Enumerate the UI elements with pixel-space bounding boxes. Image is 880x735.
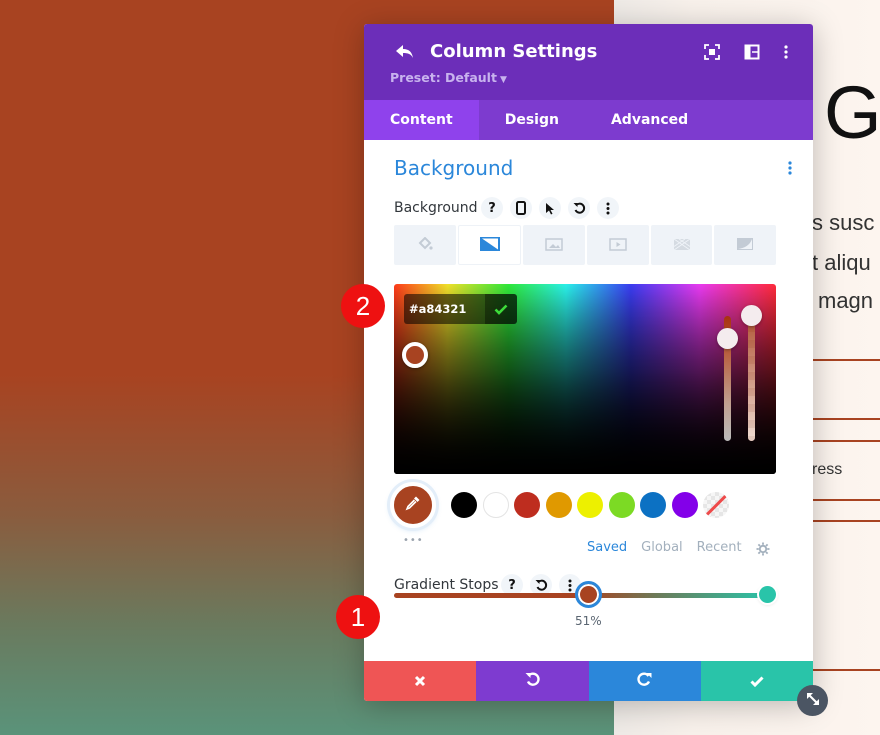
gear-icon[interactable] <box>756 541 770 556</box>
hue-slider-knob[interactable] <box>717 328 738 349</box>
modal-body: Background Background ? #a84321 ••• Save… <box>364 140 813 661</box>
pattern-icon <box>673 236 691 255</box>
redo-button[interactable] <box>588 661 701 701</box>
palette-tab-global[interactable]: Global <box>641 540 682 555</box>
swatch-orange[interactable] <box>545 492 572 518</box>
bg-tab-image[interactable] <box>523 225 586 265</box>
more-options-icon[interactable] <box>778 44 794 60</box>
swatch-black[interactable] <box>451 492 477 518</box>
color-picker-handle[interactable] <box>402 342 428 368</box>
more-icon[interactable] <box>597 197 619 219</box>
color-picker-saturation-area[interactable]: #a84321 <box>394 284 776 474</box>
page-divider <box>812 359 880 361</box>
page-text-line: magn <box>818 288 874 313</box>
annotation-badge-2: 2 <box>341 284 385 328</box>
gradient-icon <box>479 236 500 255</box>
close-icon <box>414 672 426 691</box>
page-heading-fragment: G <box>824 71 880 154</box>
section-title[interactable]: Background <box>394 156 513 180</box>
bg-tab-pattern[interactable] <box>650 225 713 265</box>
annotation-badge-1: 1 <box>336 595 380 639</box>
resize-handle[interactable] <box>797 685 828 716</box>
mask-icon <box>736 236 754 255</box>
page-divider <box>812 499 880 501</box>
swatch-blue[interactable] <box>640 492 666 518</box>
bg-tab-color[interactable] <box>394 225 456 265</box>
undo-icon <box>525 672 540 691</box>
help-icon[interactable]: ? <box>481 197 503 219</box>
swatch-purple[interactable] <box>671 492 698 518</box>
page-small-text: ress <box>812 461 843 478</box>
page-divider <box>812 669 880 671</box>
swatch-white[interactable] <box>482 492 509 518</box>
gradient-stop-1[interactable] <box>575 581 602 608</box>
swatch-transparent[interactable] <box>703 492 729 518</box>
palette-tabs: Saved Global Recent <box>587 540 742 555</box>
hex-input[interactable]: #a84321 <box>404 294 517 324</box>
swatch-red[interactable] <box>514 492 540 518</box>
page-text-line: t aliqu <box>812 250 871 275</box>
focus-mode-icon[interactable] <box>704 44 720 60</box>
eyedropper-icon <box>405 495 421 515</box>
hex-value[interactable]: #a84321 <box>404 294 485 324</box>
preset-label: Preset: Default <box>390 70 497 85</box>
check-icon <box>750 672 764 691</box>
opacity-slider[interactable] <box>748 308 755 441</box>
preset-dropdown[interactable]: Preset: Default ▼ <box>390 70 507 85</box>
swatch-green[interactable] <box>608 492 635 518</box>
reset-icon[interactable] <box>568 197 590 219</box>
resize-arrows-icon <box>805 691 821 711</box>
gradient-stop-2[interactable] <box>759 586 776 603</box>
current-color-eyedropper[interactable] <box>390 482 436 528</box>
modal-footer <box>364 661 813 701</box>
caret-down-icon: ▼ <box>499 75 507 85</box>
tab-content[interactable]: Content <box>364 100 479 140</box>
responsive-phone-icon[interactable] <box>510 197 532 219</box>
image-icon <box>545 236 563 255</box>
palette-tab-saved[interactable]: Saved <box>587 540 627 555</box>
modal-tabs: Content Design Advanced <box>364 100 813 140</box>
background-field-label: Background <box>394 200 478 216</box>
column-settings-modal: Column Settings Preset: Default ▼ Content… <box>364 24 813 701</box>
hover-pointer-icon[interactable] <box>539 197 561 219</box>
page-text-line: s susc <box>812 210 875 235</box>
section-more-icon[interactable] <box>787 160 793 176</box>
page-divider <box>812 520 880 522</box>
paint-bucket-icon <box>417 236 433 255</box>
tab-advanced[interactable]: Advanced <box>585 100 714 140</box>
page-divider <box>812 440 880 442</box>
video-icon <box>609 236 627 255</box>
bg-tab-mask[interactable] <box>714 225 777 265</box>
save-button[interactable] <box>700 661 813 701</box>
bg-tab-video[interactable] <box>587 225 649 265</box>
back-icon[interactable] <box>394 42 416 62</box>
bg-tab-gradient[interactable] <box>457 225 522 265</box>
page-divider <box>812 418 880 420</box>
tab-design[interactable]: Design <box>479 100 585 140</box>
gradient-stop-percent: 51% <box>575 614 602 628</box>
color-swatches <box>451 492 729 518</box>
gradient-stops-label: Gradient Stops <box>394 577 499 593</box>
palette-tab-recent[interactable]: Recent <box>697 540 742 555</box>
undo-button[interactable] <box>476 661 589 701</box>
swatch-yellow[interactable] <box>577 492 603 518</box>
confirm-check-icon[interactable] <box>485 294 517 324</box>
more-colors-icon[interactable]: ••• <box>403 535 424 546</box>
cancel-button[interactable] <box>364 661 477 701</box>
sidebar-layout-icon[interactable] <box>744 44 760 60</box>
redo-icon <box>637 672 652 691</box>
opacity-slider-knob[interactable] <box>741 305 762 326</box>
modal-header: Column Settings Preset: Default ▼ <box>364 24 813 100</box>
modal-title: Column Settings <box>430 41 598 62</box>
background-type-tabs <box>394 225 777 265</box>
